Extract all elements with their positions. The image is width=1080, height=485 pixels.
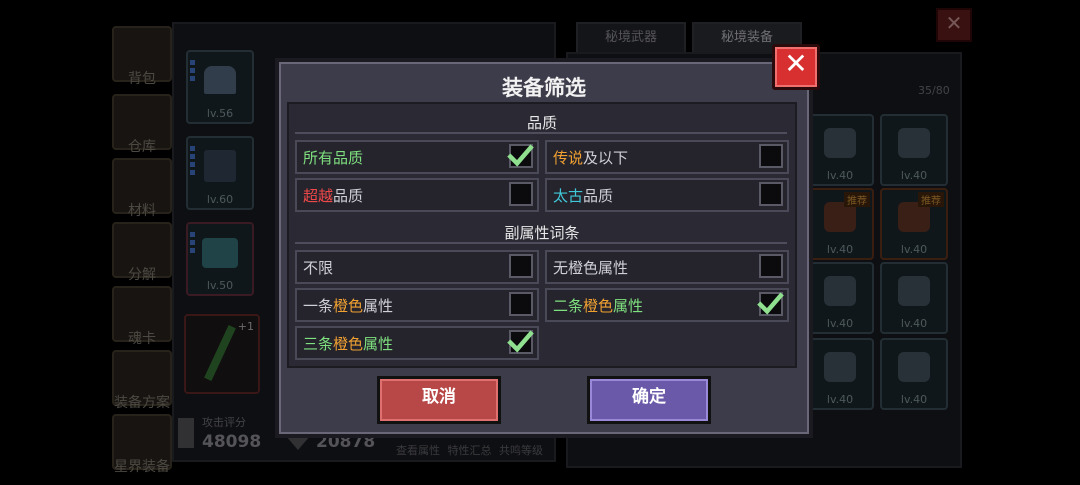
cancel-button[interactable]: 取消 [377, 376, 501, 424]
checkmark-icon [507, 330, 534, 353]
filter-option-label: 超越品质 [303, 187, 364, 205]
checkbox[interactable] [759, 182, 783, 206]
filter-option[interactable]: 不限 [295, 250, 539, 284]
filter-option-label: 不限 [303, 259, 334, 277]
filter-option[interactable]: 所有品质 [295, 140, 539, 174]
filter-option[interactable]: 二条橙色属性 [545, 288, 789, 322]
checkbox[interactable] [509, 292, 533, 316]
checkmark-icon [757, 292, 784, 315]
divider [295, 132, 787, 134]
confirm-button[interactable]: 确定 [587, 376, 711, 424]
checkbox[interactable] [759, 144, 783, 168]
filter-option[interactable]: 三条橙色属性 [295, 326, 539, 360]
checkbox[interactable] [509, 182, 533, 206]
filter-option[interactable]: 无橙色属性 [545, 250, 789, 284]
filter-option-label: 一条橙色属性 [303, 297, 394, 315]
filter-option[interactable]: 太古品质 [545, 178, 789, 212]
close-dialog-button[interactable]: ✕ [772, 44, 820, 90]
filter-option[interactable]: 超越品质 [295, 178, 539, 212]
affix-section-title: 副属性词条 [504, 224, 580, 242]
quality-section-title: 品质 [526, 114, 557, 132]
filter-option[interactable]: 传说及以下 [545, 140, 789, 174]
checkmark-icon [507, 144, 534, 167]
filter-dialog: 装备筛选 品质 所有品质 传说及以下超越品质 太古品质 副属性词条 不限 无橙色属性一… [275, 58, 813, 438]
checkbox[interactable] [509, 254, 533, 278]
filter-option[interactable]: 一条橙色属性 [295, 288, 539, 322]
filter-option-label: 传说及以下 [553, 149, 629, 167]
checkbox[interactable] [759, 254, 783, 278]
divider [295, 242, 787, 244]
filter-option-label: 所有品质 [303, 149, 364, 167]
dialog-title: 装备筛选 [502, 76, 586, 100]
filter-options-panel: 品质 所有品质 传说及以下超越品质 太古品质 副属性词条 不限 无橙色属性一条橙色属性… [287, 102, 797, 368]
filter-option-label: 三条橙色属性 [303, 335, 394, 353]
filter-option-label: 无橙色属性 [553, 259, 629, 277]
filter-option-label: 太古品质 [553, 187, 614, 205]
close-icon: ✕ [784, 47, 808, 80]
filter-option-label: 二条橙色属性 [553, 297, 644, 315]
